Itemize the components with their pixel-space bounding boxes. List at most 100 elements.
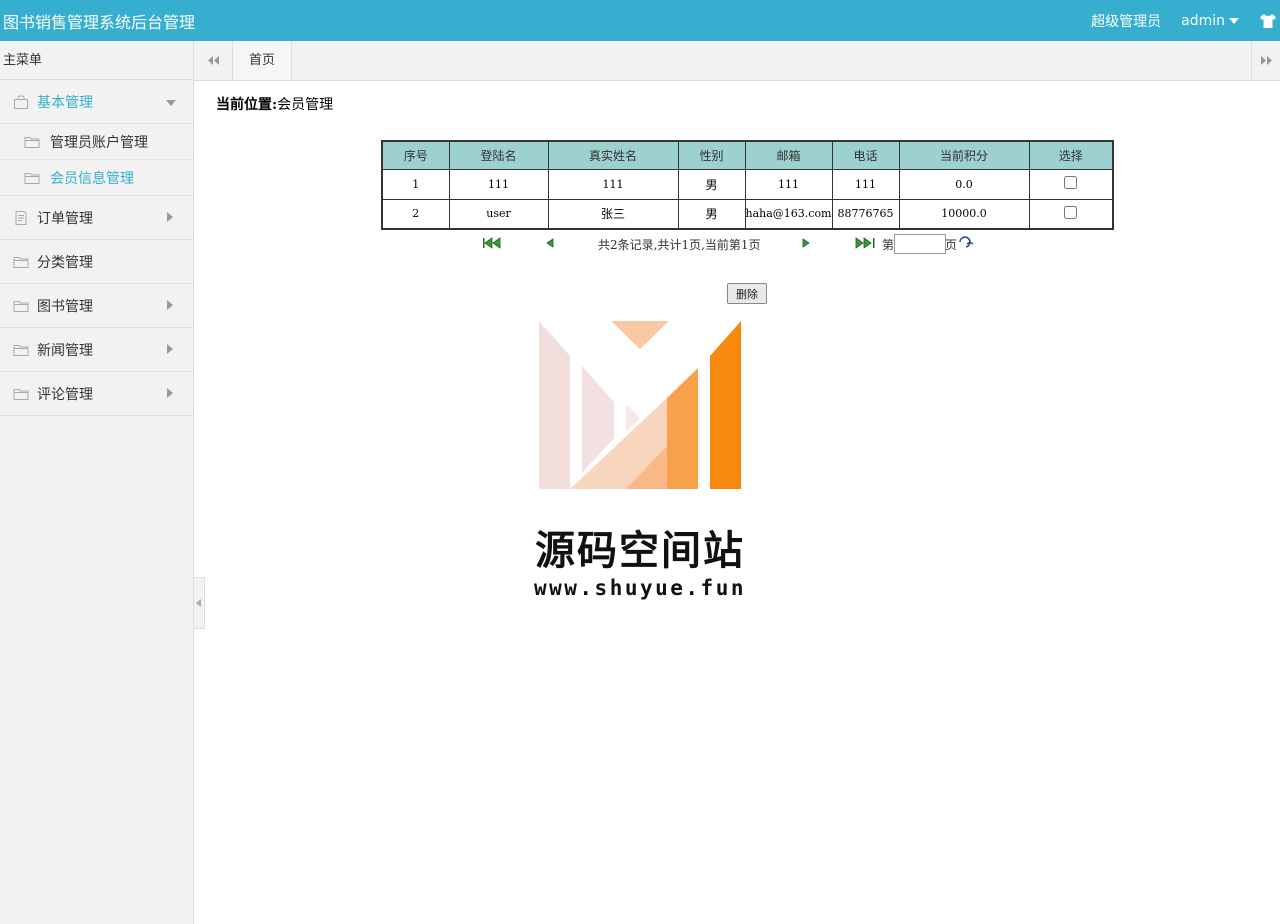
column-header: 序号 <box>381 140 450 170</box>
sidebar-item-label: 订单管理 <box>37 210 93 227</box>
top-right-area: 超级管理员 admin <box>1091 0 1280 41</box>
double-chevron-left-icon <box>208 56 219 65</box>
sidebar-item-comment-management[interactable]: 评论管理 <box>0 372 193 415</box>
bag-icon <box>14 94 28 109</box>
sidebar: 主菜单 基本管理 管理员账户管理 会员信息管理 订单管理 分类管理 图书管理 新… <box>0 41 194 924</box>
chevron-left-icon <box>196 599 201 607</box>
menu-group-news: 新闻管理 <box>0 328 193 372</box>
member-table: 序号 登陆名 真实姓名 性别 邮箱 电话 当前积分 选择 1 111 111 男… <box>381 140 1114 230</box>
user-menu[interactable]: admin <box>1181 13 1225 29</box>
column-header: 登陆名 <box>448 140 549 170</box>
folder-icon <box>13 344 29 356</box>
breadcrumb: 当前位置:会员管理 <box>216 94 333 114</box>
table-cell: 张三 <box>547 198 679 230</box>
table-row: 2 user 张三 男 haha@163.com 88776765 10000.… <box>381 198 1114 230</box>
chevron-right-icon <box>167 388 173 398</box>
sidebar-item-basic-management[interactable]: 基本管理 <box>0 80 193 123</box>
menu-group-books: 图书管理 <box>0 284 193 328</box>
tab-scroll-left-button[interactable] <box>194 41 233 80</box>
folder-icon <box>24 136 40 148</box>
sidebar-item-label: 基本管理 <box>37 94 93 111</box>
sidebar-item-admin-accounts[interactable]: 管理员账户管理 <box>0 123 193 159</box>
table-cell <box>1028 168 1114 200</box>
document-icon <box>15 210 27 225</box>
column-header: 选择 <box>1028 140 1114 170</box>
chevron-down-icon[interactable] <box>1229 17 1239 24</box>
sidebar-item-member-info[interactable]: 会员信息管理 <box>0 159 193 195</box>
table-cell: 10000.0 <box>898 198 1030 230</box>
folder-icon <box>13 300 29 312</box>
page-label-suffix: 页 <box>945 238 958 252</box>
chevron-right-icon <box>167 300 173 310</box>
menu-group-comments: 评论管理 <box>0 372 193 416</box>
sidebar-item-order-management[interactable]: 订单管理 <box>0 196 193 239</box>
table-cell: 111 <box>831 168 900 200</box>
table-cell: 111 <box>547 168 679 200</box>
table-cell: 男 <box>677 198 746 230</box>
delete-button[interactable]: 删除 <box>727 283 767 304</box>
pagination: 共2条记录,共计1页,当前第1页 第 页 <box>482 234 982 254</box>
sidebar-collapse-handle[interactable] <box>194 577 205 629</box>
first-page-icon[interactable] <box>482 237 502 249</box>
tab-bar: 首页 <box>194 41 1280 81</box>
prev-page-icon[interactable] <box>544 237 556 249</box>
sidebar-item-label: 评论管理 <box>37 386 93 403</box>
sidebar-item-label: 会员信息管理 <box>50 170 134 187</box>
column-header: 性别 <box>677 140 746 170</box>
sidebar-header: 主菜单 <box>0 41 193 80</box>
sidebar-item-label: 管理员账户管理 <box>50 134 148 151</box>
sidebar-item-book-management[interactable]: 图书管理 <box>0 284 193 327</box>
chevron-right-icon <box>167 212 173 222</box>
folder-icon <box>13 256 29 268</box>
breadcrumb-prefix: 当前位置: <box>216 97 278 113</box>
column-header: 邮箱 <box>744 140 833 170</box>
row-select-checkbox[interactable] <box>1064 205 1078 219</box>
table-cell: 111 <box>448 168 549 200</box>
table-cell: 111 <box>744 168 833 200</box>
sidebar-item-label: 图书管理 <box>37 298 93 315</box>
breadcrumb-current: 会员管理 <box>277 97 334 113</box>
table-cell: 1 <box>381 168 450 200</box>
row-select-checkbox[interactable] <box>1064 176 1078 189</box>
chevron-down-icon <box>166 100 176 106</box>
watermark-logo <box>539 321 741 489</box>
watermark-title: 源码空间站 <box>535 528 745 574</box>
chevron-right-icon <box>167 344 173 354</box>
table-cell: 男 <box>677 168 746 200</box>
table-cell: 88776765 <box>831 198 900 230</box>
table-cell: user <box>448 198 549 230</box>
column-header: 电话 <box>831 140 900 170</box>
table-header-row: 序号 登陆名 真实姓名 性别 邮箱 电话 当前积分 选择 <box>381 140 1114 170</box>
tshirt-icon[interactable] <box>1259 13 1277 29</box>
column-header: 当前积分 <box>898 140 1030 170</box>
menu-group-basic: 基本管理 管理员账户管理 会员信息管理 <box>0 80 193 196</box>
table-cell <box>1028 198 1114 230</box>
page-label-prefix: 第 <box>882 238 895 252</box>
table-row: 1 111 111 男 111 111 0.0 <box>381 168 1114 200</box>
pagination-info: 共2条记录,共计1页,当前第1页 <box>598 238 761 252</box>
user-role: 超级管理员 <box>1091 13 1162 30</box>
double-chevron-right-icon <box>1261 56 1272 65</box>
table-cell: 0.0 <box>898 168 1030 200</box>
table-cell: haha@163.com <box>744 198 833 230</box>
app-title: 图书销售管理系统后台管理 <box>3 13 196 32</box>
menu-group-category: 分类管理 <box>0 240 193 284</box>
folder-icon <box>24 172 40 184</box>
last-page-icon[interactable] <box>854 237 876 249</box>
next-page-icon[interactable] <box>800 237 812 249</box>
sidebar-item-category-management[interactable]: 分类管理 <box>0 240 193 283</box>
sidebar-item-news-management[interactable]: 新闻管理 <box>0 328 193 371</box>
tab-scroll-right-button[interactable] <box>1251 41 1280 80</box>
refresh-go-icon[interactable] <box>958 236 974 248</box>
sidebar-item-label: 分类管理 <box>37 254 93 271</box>
table-cell: 2 <box>381 198 450 230</box>
column-header: 真实姓名 <box>547 140 679 170</box>
folder-icon <box>13 388 29 400</box>
page-number-input[interactable] <box>894 234 946 254</box>
top-header: 图书销售管理系统后台管理 超级管理员 admin <box>0 0 1280 41</box>
watermark: 源码空间站 www.shuyue.fun <box>520 318 760 608</box>
tab-home[interactable]: 首页 <box>233 41 292 80</box>
watermark-url: www.shuyue.fun <box>533 576 746 600</box>
menu-group-orders: 订单管理 <box>0 196 193 240</box>
sidebar-item-label: 新闻管理 <box>37 342 93 359</box>
